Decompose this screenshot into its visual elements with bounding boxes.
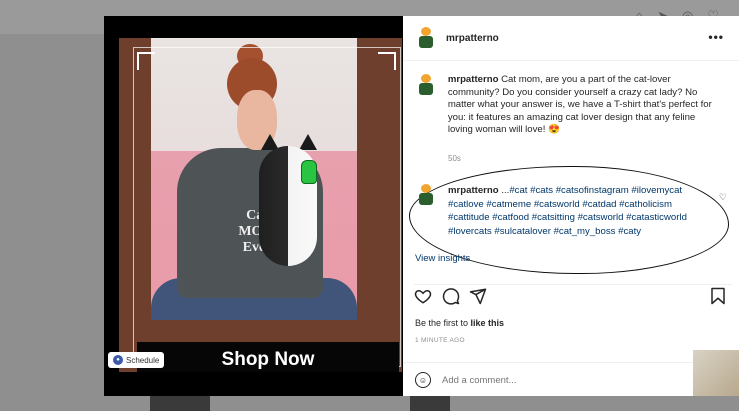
schedule-badge[interactable]: ● Schedule xyxy=(108,352,165,368)
avatar-body xyxy=(419,193,433,205)
caption-time: 50s xyxy=(448,154,461,163)
like-this-link[interactable]: like this xyxy=(471,318,505,328)
comment-input[interactable] xyxy=(440,373,644,387)
view-insights-link[interactable]: View insights xyxy=(415,253,470,264)
comment-text-block: mrpatterno ...#cat #cats #catsofinstagra… xyxy=(448,184,698,238)
background-thumbnail xyxy=(410,395,450,411)
bookmark-icon[interactable] xyxy=(710,287,726,305)
avatar-head xyxy=(421,27,431,36)
schedule-icon: ● xyxy=(113,355,123,365)
likes-prefix: Be the first to xyxy=(415,318,471,328)
comment-username[interactable]: mrpatterno xyxy=(448,185,499,196)
post-modal: Cat MOM Ever Shop Now ● Schedule mrpatte… xyxy=(104,16,739,396)
caption-text-block: mrpatterno Cat mom, are you a part of th… xyxy=(448,74,717,137)
frame-border xyxy=(133,47,401,367)
post-media: Cat MOM Ever Shop Now ● Schedule xyxy=(104,16,403,396)
post-side-panel: mrpatterno ••• mrpatterno Cat mom, are y… xyxy=(403,16,739,396)
add-comment-row: ☺ xyxy=(403,362,739,397)
action-bar xyxy=(414,284,732,305)
heart-icon[interactable] xyxy=(414,287,432,305)
overlay-thumbnail xyxy=(693,350,739,396)
share-icon[interactable] xyxy=(469,287,487,305)
frame-corner xyxy=(137,52,155,70)
shop-now-banner[interactable]: Shop Now xyxy=(137,342,399,372)
comment-icon[interactable] xyxy=(442,287,460,305)
schedule-label: Schedule xyxy=(126,355,160,365)
hashtag-comment: mrpatterno ...#cat #cats #catsofinstagra… xyxy=(417,184,737,238)
avatar[interactable] xyxy=(417,74,435,96)
avatar[interactable] xyxy=(417,27,435,49)
background-thumbnail xyxy=(150,395,210,411)
more-options-icon[interactable]: ••• xyxy=(708,30,724,44)
emoji-icon[interactable]: ☺ xyxy=(415,372,431,388)
avatar-head xyxy=(421,74,431,83)
heart-icon[interactable]: ♡ xyxy=(719,192,727,203)
post-image[interactable]: Cat MOM Ever Shop Now xyxy=(119,38,402,372)
avatar-head xyxy=(421,184,431,193)
caption: mrpatterno Cat mom, are you a part of th… xyxy=(417,74,717,137)
post-header: mrpatterno ••• xyxy=(403,16,739,61)
posted-ago: 1 MINUTE AGO xyxy=(415,337,465,344)
avatar[interactable] xyxy=(417,184,435,206)
avatar-body xyxy=(419,36,433,48)
frame-corner xyxy=(378,52,396,70)
header-username[interactable]: mrpatterno xyxy=(446,33,499,44)
caption-username[interactable]: mrpatterno xyxy=(448,74,499,85)
avatar-body xyxy=(419,83,433,95)
likes-line: Be the first to like this xyxy=(415,318,504,328)
